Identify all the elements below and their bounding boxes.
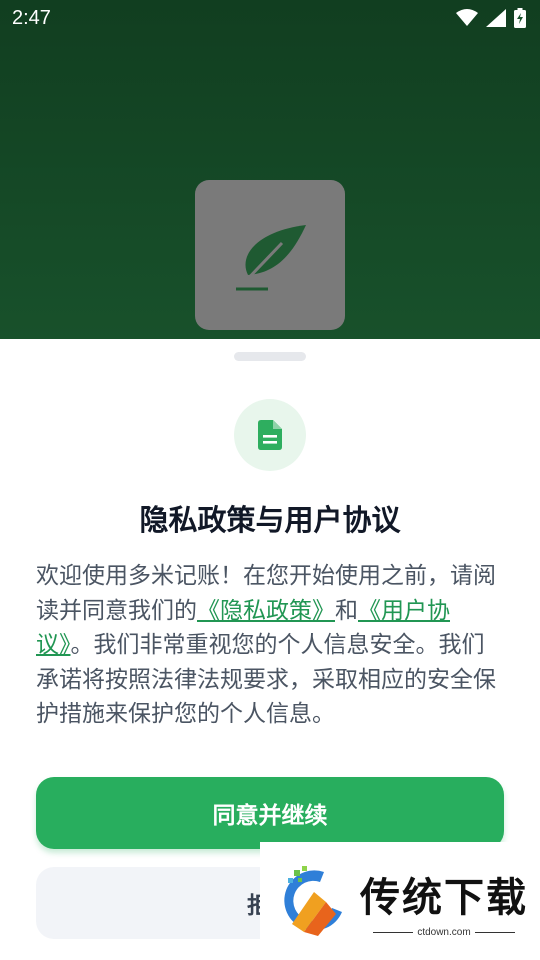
watermark-url: ctdown.com	[417, 926, 471, 938]
divider	[373, 931, 414, 933]
agree-continue-button[interactable]: 同意并继续	[36, 777, 504, 849]
battery-icon	[514, 8, 526, 28]
feather-icon	[236, 225, 306, 291]
app-logo	[195, 180, 345, 330]
document-icon	[258, 420, 282, 450]
status-time: 2:47	[12, 6, 51, 29]
signal-icon	[486, 9, 506, 27]
watermark-brand: 传统下载	[360, 874, 528, 921]
dialog-body: 欢迎使用多米记账！在您开始使用之前，请阅读并同意我们的《隐私政策》和《用户协议》…	[36, 559, 506, 732]
drag-handle[interactable]	[234, 352, 306, 361]
agree-button-label: 同意并继续	[212, 803, 328, 829]
divider	[474, 931, 515, 933]
document-icon-container	[234, 399, 306, 471]
dialog-title: 隐私政策与用户协议	[139, 503, 401, 537]
body-text-outro: 。我们非常重视您的个人信息安全。我们承诺将按照法律法规要求，采取相应的安全保护措…	[36, 632, 496, 727]
wifi-icon	[456, 9, 478, 26]
privacy-policy-link[interactable]: 《隐私政策》	[197, 598, 335, 624]
body-text-and: 和	[335, 597, 358, 624]
watermark-url-row: ctdown.com	[373, 926, 515, 938]
watermark-text-group: 传统下载 ctdown.com	[360, 865, 528, 938]
watermark-logo	[274, 862, 352, 940]
watermark: 传统下载 ctdown.com	[260, 842, 540, 960]
status-bar: 2:47	[0, 0, 540, 36]
status-icons	[456, 8, 526, 28]
